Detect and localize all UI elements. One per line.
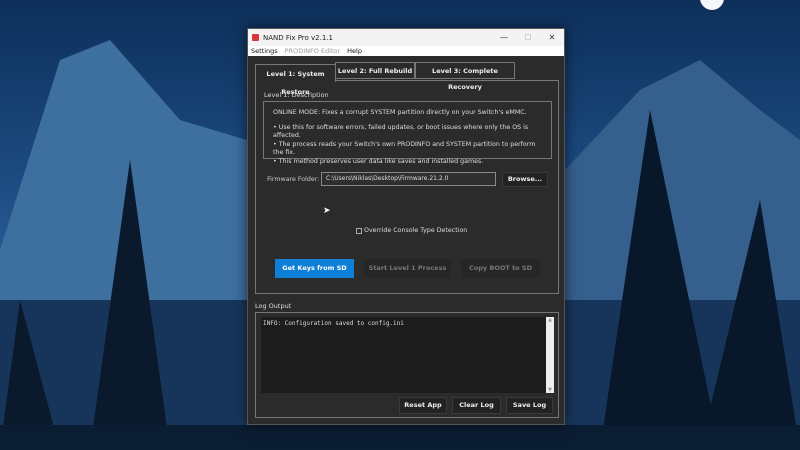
- maximize-button[interactable]: ☐: [516, 29, 540, 46]
- description-heading: ONLINE MODE: Fixes a corrupt SYSTEM part…: [273, 109, 527, 116]
- mouse-cursor-icon: ➤: [323, 206, 331, 216]
- firmware-folder-input[interactable]: C:\Users\Niklas\Desktop\Firmware.21.2.0: [321, 172, 496, 186]
- override-checkbox[interactable]: [356, 227, 362, 234]
- app-window: NAND Fix Pro v2.1.1 — ☐ ✕ Settings PRODI…: [247, 28, 565, 425]
- menu-settings[interactable]: Settings: [251, 47, 278, 55]
- browse-button[interactable]: Browse...: [502, 172, 548, 187]
- app-icon: [252, 34, 259, 41]
- tab-level-3[interactable]: Level 3: Complete Recovery: [415, 62, 515, 91]
- log-line: INFO: Configuration saved to config.ini: [263, 320, 404, 327]
- log-title: Log Output: [255, 302, 292, 310]
- firmware-label: Firmware Folder:: [267, 176, 320, 183]
- foreground: [0, 425, 800, 450]
- description-bullet: • This method preserves user data like s…: [273, 157, 484, 165]
- log-textarea[interactable]: INFO: Configuration saved to config.ini: [261, 317, 546, 393]
- minimize-button[interactable]: —: [492, 29, 516, 46]
- title-bar: NAND Fix Pro v2.1.1 — ☐ ✕: [248, 29, 564, 46]
- description-box: ONLINE MODE: Fixes a corrupt SYSTEM part…: [263, 101, 552, 165]
- description-bullet: • The process reads your Switch's own PR…: [273, 140, 536, 157]
- tab-level-1[interactable]: Level 1: System Restore: [255, 64, 336, 96]
- copy-boot-button[interactable]: Copy BOOT to SD: [461, 259, 540, 278]
- menu-help[interactable]: Help: [347, 47, 362, 55]
- close-button[interactable]: ✕: [540, 29, 564, 46]
- moon: [700, 0, 724, 10]
- override-label: Override Console Type Detection: [364, 227, 468, 234]
- clear-log-button[interactable]: Clear Log: [452, 397, 501, 414]
- get-keys-button[interactable]: Get Keys from SD: [275, 259, 354, 278]
- scroll-up-icon[interactable]: ▲: [546, 317, 554, 323]
- menu-bar: Settings PRODINFO Editor Help: [248, 46, 564, 56]
- save-log-button[interactable]: Save Log: [506, 397, 553, 414]
- menu-prodinfo-editor[interactable]: PRODINFO Editor: [285, 47, 341, 55]
- start-level-1-button[interactable]: Start Level 1 Process: [364, 259, 451, 278]
- log-scrollbar[interactable]: ▲ ▼: [546, 317, 554, 393]
- description-bullet: • Use this for software errors, failed u…: [273, 123, 529, 140]
- window-title: NAND Fix Pro v2.1.1: [263, 33, 333, 42]
- scroll-down-icon[interactable]: ▼: [546, 387, 554, 393]
- override-checkbox-row[interactable]: Override Console Type Detection: [356, 227, 467, 234]
- reset-app-button[interactable]: Reset App: [399, 397, 447, 414]
- tab-level-2[interactable]: Level 2: Full Rebuild: [335, 62, 415, 79]
